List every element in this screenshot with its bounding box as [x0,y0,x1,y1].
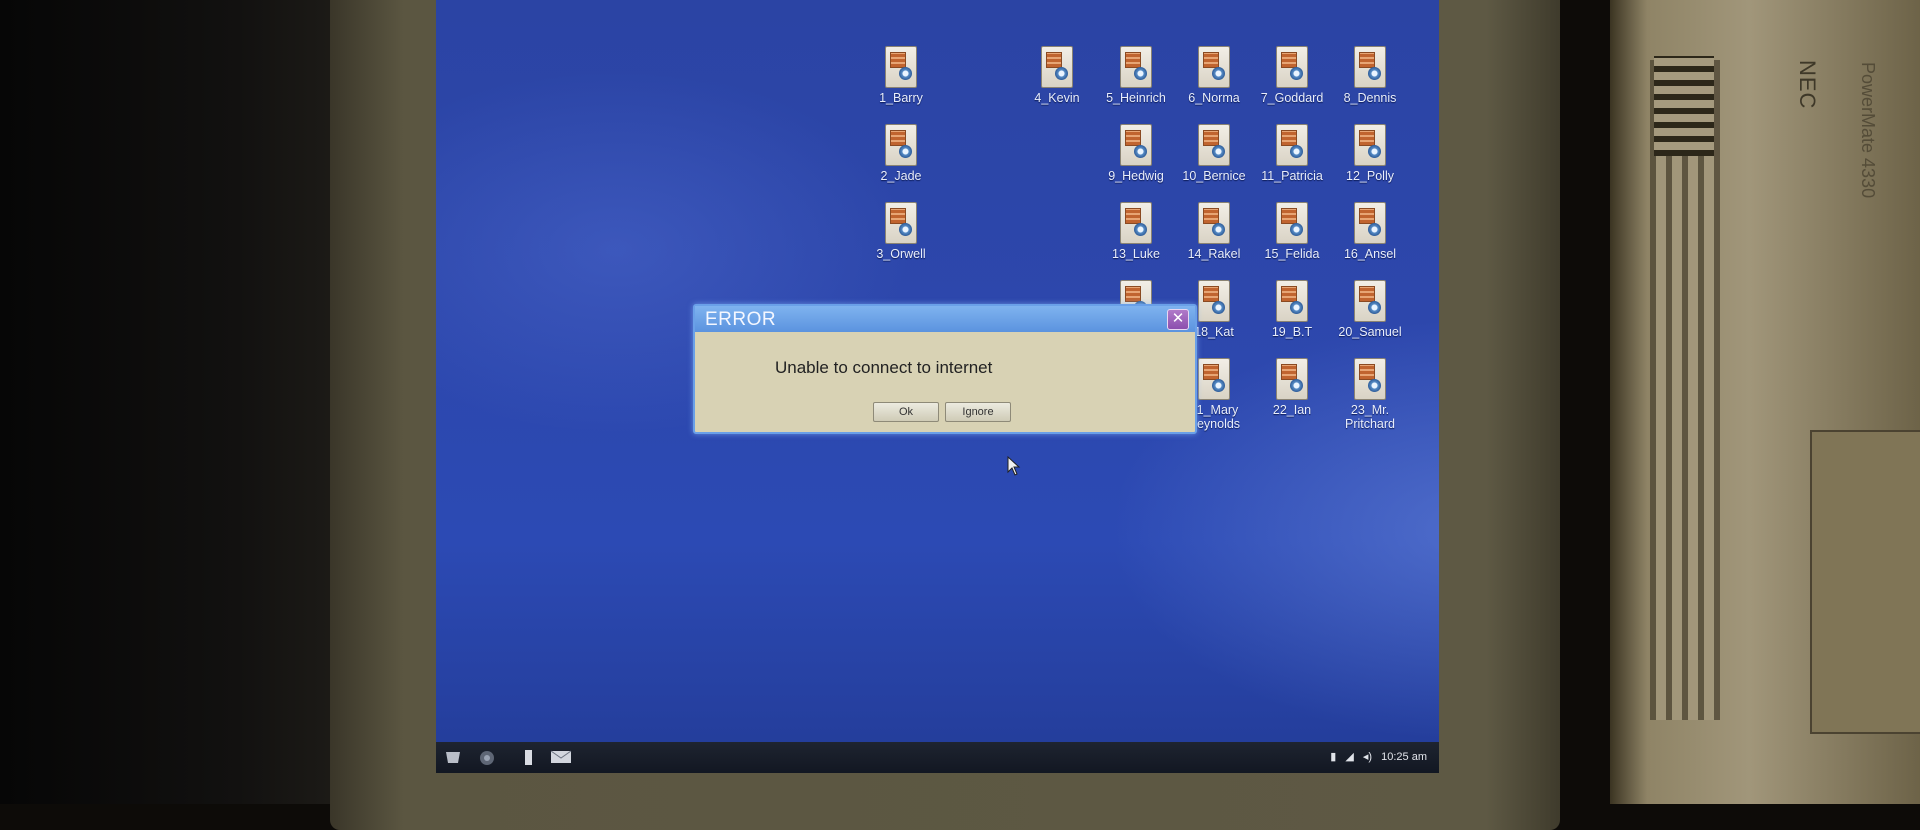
desktop-icon-1-barry[interactable]: 1_Barry [856,46,946,105]
case-brand: NEC [1795,60,1820,110]
volume-icon[interactable]: ◂) [1363,751,1372,763]
desktop-icon-19-bt[interactable]: 19_B.T [1247,280,1337,339]
desktop-icon-20-samuel[interactable]: 20_Samuel [1325,280,1415,339]
document-icon [1354,358,1386,400]
error-dialog: ERROR ✕ Unable to connect to internet Ok… [693,304,1197,434]
case-model: PowerMate 4330 [1858,62,1878,199]
desktop-icon-16-ansel[interactable]: 16_Ansel [1325,202,1415,261]
menu-icon[interactable] [444,749,462,765]
desktop-icon-label: 22_Ian [1272,403,1312,417]
system-tray: ▮ ◢ ◂) 10:25 am [1324,750,1427,763]
desktop-icon-2-jade[interactable]: 2_Jade [856,124,946,183]
document-icon [1276,280,1308,322]
desktop-icon-10-bernice[interactable]: 10_Bernice [1169,124,1259,183]
desktop-icon-14-rakel[interactable]: 14_Rakel [1169,202,1259,261]
desktop-icon-label: 16_Ansel [1343,247,1397,261]
case-grille [1654,56,1714,156]
document-icon [1198,202,1230,244]
browser-icon[interactable] [478,749,496,765]
desktop-icon-label: 12_Polly [1346,169,1394,183]
desktop-icon-label: 9_Hedwig [1108,169,1164,183]
desktop-icon-7-goddard[interactable]: 7_Goddard [1247,46,1337,105]
desktop-icon-label: 6_Norma [1188,91,1240,105]
background-room [0,0,340,804]
clock[interactable]: 10:25 am [1381,751,1427,763]
desktop-icon-label: 4_Kevin [1034,91,1080,105]
desktop-icon-4-kevin[interactable]: 4_Kevin [1012,46,1102,105]
file-icon[interactable] [524,749,534,765]
document-icon [1276,46,1308,88]
desktop-icon-12-polly[interactable]: 12_Polly [1325,124,1415,183]
desktop-icon-label: 2_Jade [880,169,922,183]
document-icon [885,124,917,166]
desktop-icon-label: 15_Felida [1264,247,1320,261]
desktop-icon-3-orwell[interactable]: 3_Orwell [856,202,946,261]
desktop-icon-15-felida[interactable]: 15_Felida [1247,202,1337,261]
desktop-icon-label: 1_Barry [879,91,923,105]
desktop-icon-label: 11_Patricia [1261,169,1323,183]
desktop-icon-label: 14_Rakel [1187,247,1241,261]
ok-button[interactable]: Ok [873,402,939,422]
desktop-icon-label: 7_Goddard [1260,91,1324,105]
signal-icon[interactable]: ◢ [1345,751,1353,763]
document-icon [1354,124,1386,166]
desktop-icon-9-hedwig[interactable]: 9_Hedwig [1091,124,1181,183]
document-icon [1198,280,1230,322]
desktop-icon-11-patricia[interactable]: 11_Patricia [1247,124,1337,183]
desktop-icon-22-ian[interactable]: 22_Ian [1247,358,1337,417]
document-icon [1198,358,1230,400]
case-vents [1650,60,1720,720]
drive-bay [1810,430,1920,734]
ignore-button[interactable]: Ignore [945,402,1011,422]
desktop-icon-8-dennis[interactable]: 8_Dennis [1325,46,1415,105]
taskbar: ▮ ◢ ◂) 10:25 am [436,742,1439,773]
dialog-message: Unable to connect to internet [775,358,993,377]
document-icon [1354,202,1386,244]
document-icon [1041,46,1073,88]
desktop-screen: 1_Barry 2_Jade 3_Orwell 4_Kevin 5_Heinri… [436,0,1439,773]
desktop-icon-label: 13_Luke [1112,247,1160,261]
document-icon [1276,358,1308,400]
dialog-title: ERROR [705,309,777,330]
close-icon[interactable]: ✕ [1167,309,1189,330]
mouse-cursor-icon [1007,456,1021,476]
document-icon [1120,124,1152,166]
document-icon [1198,124,1230,166]
document-icon [1276,124,1308,166]
desktop-icon-label: 20_Samuel [1338,325,1402,339]
desktop-icon-13-luke[interactable]: 13_Luke [1091,202,1181,261]
battery-icon[interactable]: ▮ [1330,751,1336,763]
document-icon [885,202,917,244]
desktop-icon-23-mr-pritchard[interactable]: 23_Mr. Pritchard [1325,358,1415,431]
dialog-titlebar[interactable]: ERROR ✕ [695,306,1195,332]
document-icon [885,46,917,88]
document-icon [1354,46,1386,88]
document-icon [1354,280,1386,322]
desktop-icon-5-heinrich[interactable]: 5_Heinrich [1091,46,1181,105]
document-icon [1120,202,1152,244]
mail-icon[interactable] [550,749,572,765]
document-icon [1276,202,1308,244]
desktop-icon-6-norma[interactable]: 6_Norma [1169,46,1259,105]
desktop-icon-label: 10_Bernice [1182,169,1246,183]
desktop-icon-label: 5_Heinrich [1106,91,1166,105]
desktop-icon-label: 3_Orwell [876,247,926,261]
desktop-icon-label: 19_B.T [1271,325,1313,339]
document-icon [1198,46,1230,88]
desktop-icon-label: 23_Mr. Pritchard [1344,403,1396,431]
document-icon [1120,46,1152,88]
desktop-icon-label: 8_Dennis [1343,91,1397,105]
